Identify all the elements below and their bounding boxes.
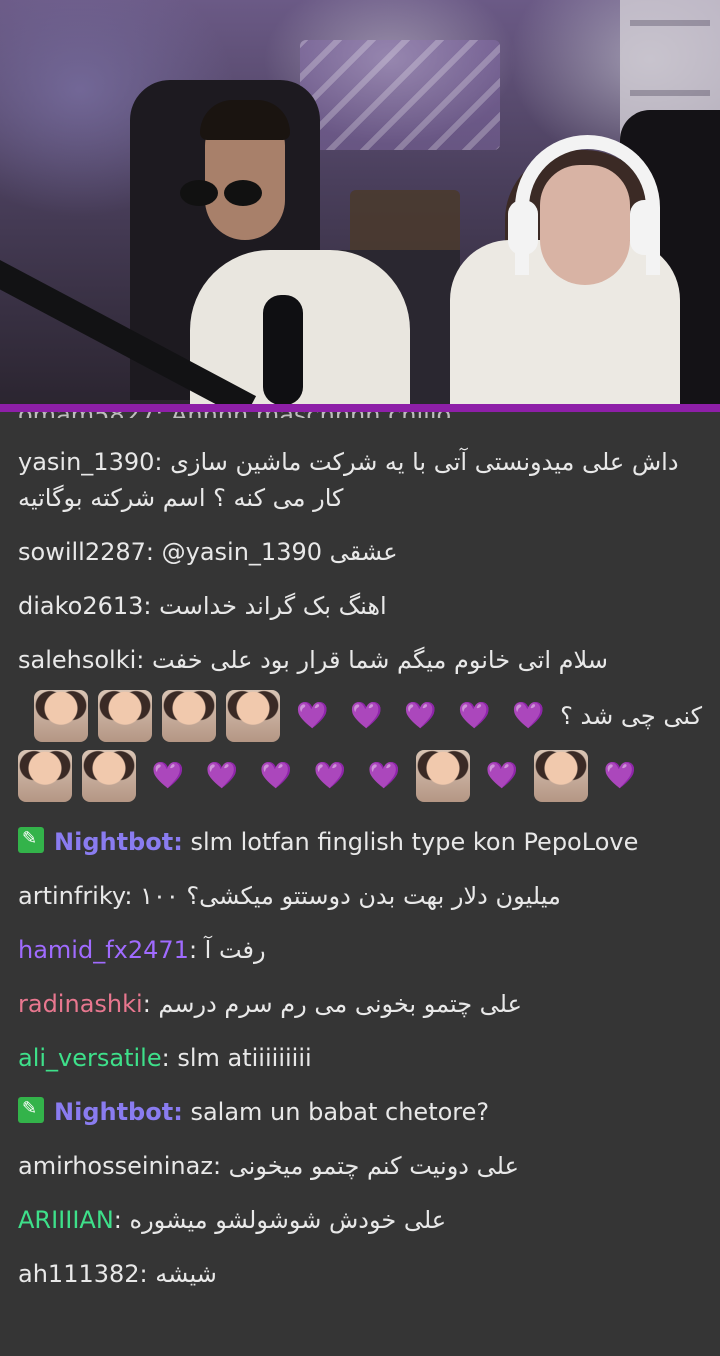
chat-message: hamid_fx2471: رفت آ [18,936,266,964]
chat-text: علی دونیت کنم چتمو میخونی [228,1152,519,1180]
chat-text: slm lotfan finglish type kon PepoLove [190,828,639,856]
purple-heart-emote: 💜 [295,701,329,731]
chat-username[interactable]: ah111382 [18,1260,140,1288]
purple-heart-emote: 💜 [205,761,239,791]
chat-message: artinfriky: میلیون دلار بهت بدن دوستتو م… [18,882,561,910]
chat-username[interactable]: hamid_fx2471 [18,936,189,964]
chat-panel: omam5827: Ahhhh maschhhh chillo yasin_13… [0,412,720,1300]
purple-heart-emote: 💜 [485,761,519,791]
chat-username[interactable]: Nightbot [54,828,173,856]
microphone [263,295,303,404]
neon-sign [300,40,500,150]
stream-video[interactable] [0,0,720,404]
emote-row: 💜 💜 💜 💜 💜 💜 💜 [18,746,702,806]
chat-username[interactable]: diako2613 [18,592,143,620]
chat-message: diako2613: اهنگ بک گراند خداست [18,592,387,620]
chat-username[interactable]: ali_versatile [18,1044,162,1072]
chat-text: کنی چی شد ؟ [560,702,702,730]
chat-text: علی خودش شوشولشو میشوره [129,1206,447,1234]
chat-text: slm atiiiiiiiii [177,1044,312,1072]
chat-username[interactable]: radinashki [18,990,143,1018]
streamer-hair [200,100,290,140]
chat-username[interactable]: amirhosseininaz [18,1152,213,1180]
headphone-cup [508,200,538,255]
facepalm-emote [226,690,281,742]
purple-heart-emote: 💜 [367,761,401,791]
sunglasses [168,180,263,208]
chat-message: ah111382: شیشه [18,1260,217,1288]
chat-text: شیشه [155,1260,217,1288]
chat-message: amirhosseininaz: علی دونیت کنم چتمو میخو… [18,1152,519,1180]
chat-username[interactable]: ARIIIIAN [18,1206,114,1234]
chat-message: radinashki: علی چتمو بخونی می رم سرم درس… [18,990,522,1018]
chat-username[interactable]: artinfriky [18,882,124,910]
purple-heart-emote: 💜 [403,701,437,731]
facepalm-emote [162,690,217,742]
facepalm-emote [18,750,72,802]
facepalm-emote [98,690,153,742]
purple-heart-emote: 💜 [259,761,293,791]
facepalm-emote [34,690,89,742]
chat-username[interactable]: salehsolki [18,646,136,674]
chat-username[interactable]: Nightbot [54,1098,173,1126]
chat-message: yasin_1390: داش علی میدونستی آتی با یه ش… [18,448,679,512]
video-progress-bar[interactable] [0,404,720,412]
purple-heart-emote: 💜 [511,701,545,731]
purple-heart-emote: 💜 [457,701,491,731]
chat-message: ali_versatile: slm atiiiiiiiii [18,1044,312,1072]
headphone-cup [630,200,660,255]
chat-username[interactable]: yasin_1390 [18,448,154,476]
chat-message: ARIIIIAN: علی خودش شوشولشو میشوره [18,1206,447,1234]
chat-text: سلام اتی خانوم میگم شما قرار بود علی خفت [152,646,608,674]
chat-text: میلیون دلار بهت بدن دوستتو میکشی؟ ۱۰۰ [140,882,561,910]
chat-text: اهنگ بک گراند خداست [159,592,387,620]
chat-message: salehsolki: سلام اتی خانوم میگم شما قرار… [18,632,702,814]
chat-username[interactable]: sowill2287 [18,538,146,566]
purple-heart-emote: 💜 [603,761,637,791]
facepalm-emote [416,750,470,802]
emote-row: کنی چی شد ؟ 💜 💜 💜 💜 💜 [18,686,702,746]
chat-text: @yasin_1390 عشقی [161,538,398,566]
facepalm-emote [534,750,588,802]
moderator-badge-icon [18,821,44,857]
facepalm-emote [82,750,136,802]
purple-heart-emote: 💜 [313,761,347,791]
chat-text: salam un babat chetore? [190,1098,490,1126]
purple-heart-emote: 💜 [349,701,383,731]
chat-message: Nightbot: salam un babat chetore? [18,1084,702,1138]
chat-message: Nightbot: slm lotfan finglish type kon P… [18,814,702,868]
purple-heart-emote: 💜 [151,761,185,791]
chat-text: رفت آ [204,936,266,964]
chat-message: sowill2287: @yasin_1390 عشقی [18,538,398,566]
chat-text: علی چتمو بخونی می رم سرم درسم [158,990,522,1018]
moderator-badge-icon [18,1091,44,1127]
